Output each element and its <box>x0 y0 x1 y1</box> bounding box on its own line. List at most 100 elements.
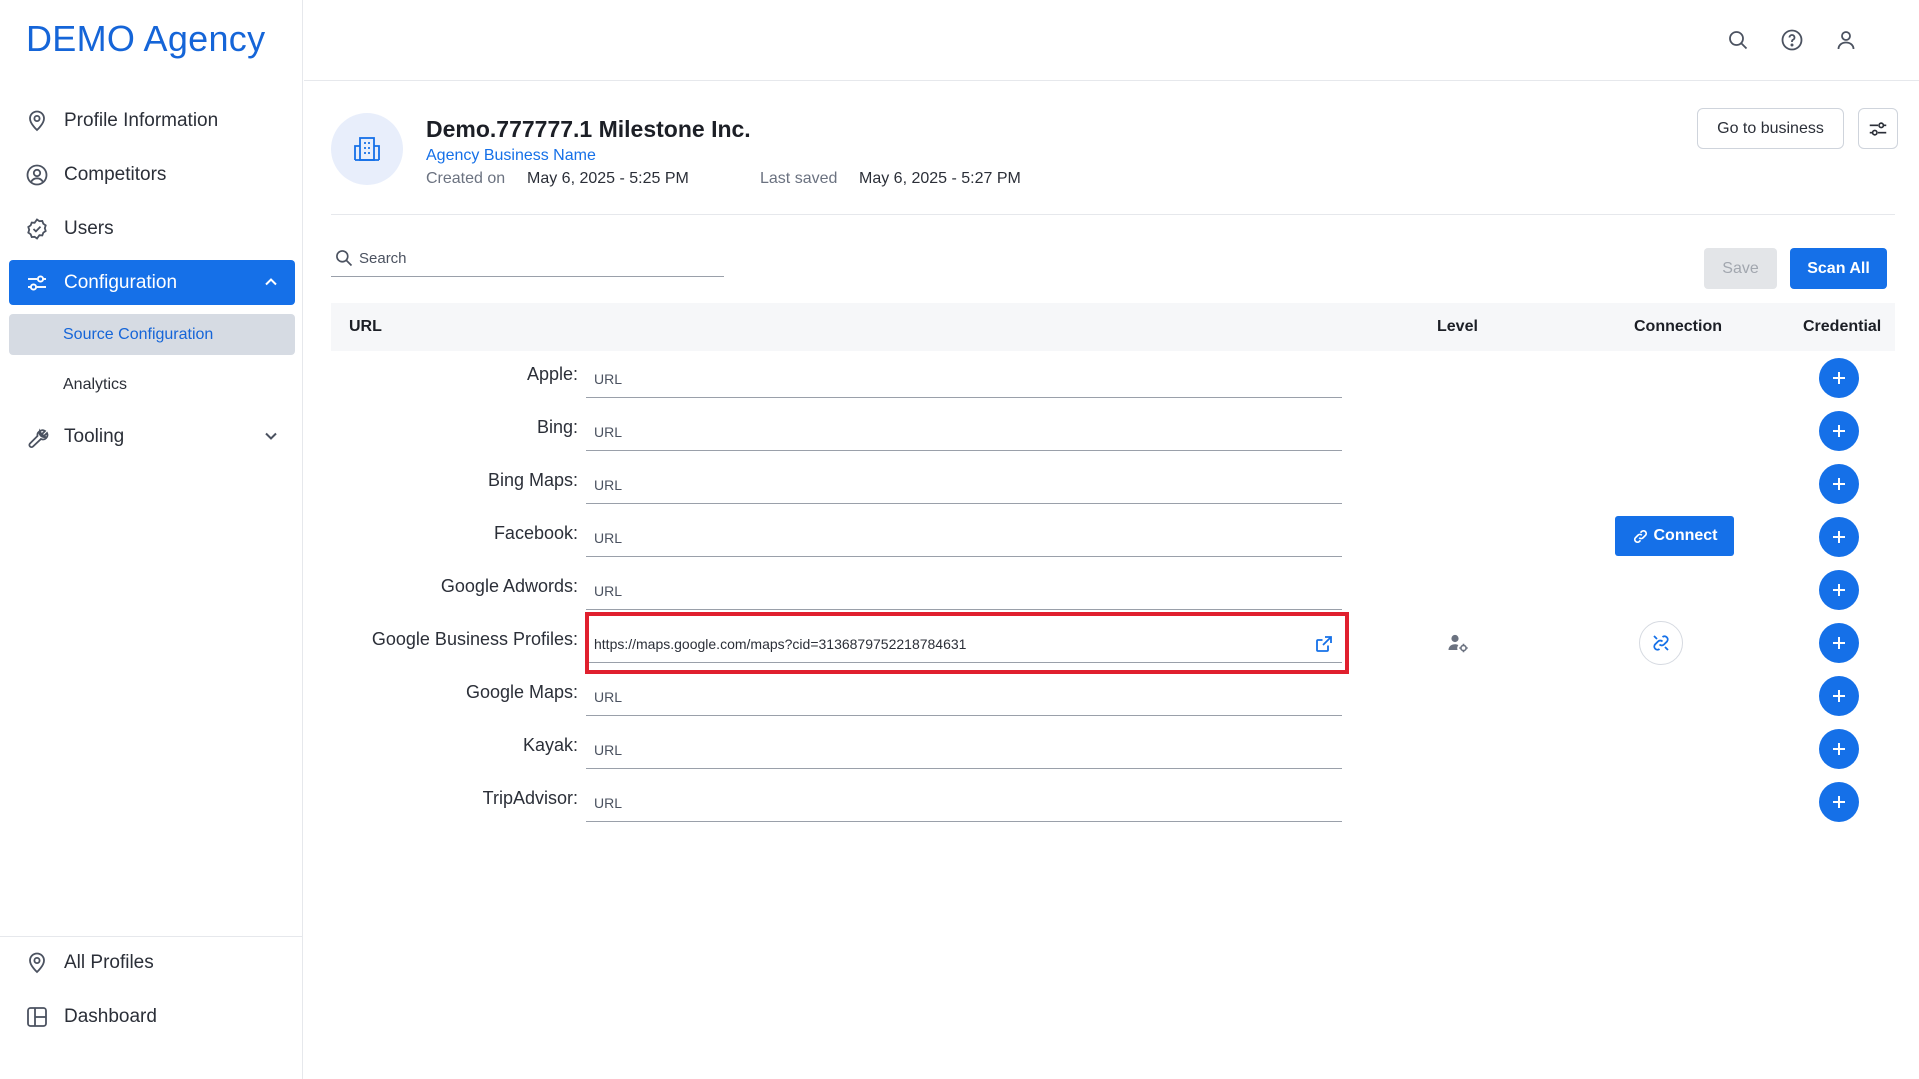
add-credential-button[interactable] <box>1819 782 1859 822</box>
sidebar-item-profile-information[interactable]: Profile Information <box>9 98 295 143</box>
dashboard-icon <box>24 1004 50 1030</box>
sidebar-item-source-configuration[interactable]: Source Configuration <box>9 314 295 355</box>
url-field[interactable] <box>586 784 1342 822</box>
user-settings-icon[interactable] <box>1447 632 1469 654</box>
settings-sliders-button[interactable] <box>1858 108 1898 149</box>
user-circle-icon <box>24 162 50 188</box>
add-credential-button[interactable] <box>1819 464 1859 504</box>
saved-date: May 6, 2025 - 5:27 PM <box>859 170 1021 187</box>
business-avatar <box>331 113 403 185</box>
plus-icon <box>1833 372 1845 384</box>
sidebar-nav: Profile Information Competitors Users Co… <box>9 98 295 468</box>
table-header: URL Level Connection Credential <box>331 303 1895 351</box>
url-input[interactable] <box>594 423 1294 440</box>
table-row-kayak: Kayak: <box>331 723 1895 776</box>
url-field[interactable] <box>586 519 1342 557</box>
help-icon[interactable] <box>1780 28 1804 52</box>
add-credential-button[interactable] <box>1819 623 1859 663</box>
url-input[interactable] <box>594 529 1294 546</box>
plus-icon <box>1833 584 1845 596</box>
row-label: Bing: <box>536 417 578 437</box>
url-input[interactable] <box>594 794 1294 811</box>
header-divider <box>331 214 1895 215</box>
search-icon[interactable] <box>1726 28 1750 52</box>
user-icon[interactable] <box>1834 28 1858 52</box>
url-input[interactable] <box>594 635 1294 652</box>
row-label: Google Adwords: <box>440 576 578 596</box>
location-pin-icon <box>24 950 50 976</box>
connect-button[interactable]: Connect <box>1615 516 1734 556</box>
plus-icon <box>1833 796 1845 808</box>
search-icon <box>336 250 353 267</box>
row-label: Apple: <box>526 364 578 384</box>
external-link-icon[interactable] <box>1314 634 1334 654</box>
table-row-apple: Apple: <box>331 352 1895 405</box>
url-field[interactable] <box>586 466 1342 504</box>
plus-icon <box>1833 478 1845 490</box>
plus-icon <box>1833 743 1845 755</box>
table-row-bing: Bing: <box>331 405 1895 458</box>
check-badge-icon <box>24 216 50 242</box>
search-input[interactable] <box>359 249 709 267</box>
search-field[interactable] <box>331 240 724 277</box>
sidebar-item-dashboard[interactable]: Dashboard <box>9 994 295 1039</box>
url-input[interactable] <box>594 476 1294 493</box>
add-credential-button[interactable] <box>1819 570 1859 610</box>
connect-label: Connect <box>1653 527 1718 544</box>
top-bar <box>304 0 1919 81</box>
add-credential-button[interactable] <box>1819 729 1859 769</box>
sidebar-bottom-nav: All Profiles Dashboard <box>9 940 295 1048</box>
row-label: Kayak: <box>522 735 578 755</box>
sidebar-item-label: Configuration <box>64 271 178 293</box>
business-subtitle[interactable]: Agency Business Name <box>426 147 596 165</box>
table-row-google-business-profiles: Google Business Profiles: <box>331 617 1895 670</box>
created-value: May 6, 2025 - 5:25 PM <box>527 170 689 188</box>
sidebar-item-label: Dashboard <box>64 1005 157 1027</box>
created-label: Created on <box>426 170 506 187</box>
scan-all-button[interactable]: Scan All <box>1790 248 1887 289</box>
link-icon <box>1633 529 1647 543</box>
created-meta: Created on <box>426 170 505 188</box>
chevron-down-icon[interactable] <box>261 426 281 446</box>
url-input[interactable] <box>594 688 1294 705</box>
unlink-icon <box>1653 635 1669 651</box>
url-field[interactable] <box>586 731 1342 769</box>
add-credential-button[interactable] <box>1819 358 1859 398</box>
add-credential-button[interactable] <box>1819 517 1859 557</box>
brand-logo[interactable]: DEMO Agency <box>26 18 265 60</box>
row-label: Google Maps: <box>465 682 578 702</box>
chevron-up-icon[interactable] <box>261 272 281 292</box>
url-field[interactable] <box>586 360 1342 398</box>
building-icon <box>354 137 380 161</box>
url-field[interactable] <box>586 413 1342 451</box>
sidebar-item-label: Tooling <box>64 425 125 447</box>
sidebar-divider <box>0 936 303 937</box>
sidebar-item-users[interactable]: Users <box>9 206 295 251</box>
url-input[interactable] <box>594 741 1294 758</box>
row-label: TripAdvisor: <box>482 788 578 808</box>
plus-icon <box>1833 690 1845 702</box>
unlink-button[interactable] <box>1639 621 1683 665</box>
url-field[interactable] <box>586 572 1342 610</box>
go-to-business-button[interactable]: Go to business <box>1697 108 1844 149</box>
add-credential-button[interactable] <box>1819 676 1859 716</box>
url-input[interactable] <box>594 370 1294 387</box>
saved-label: Last saved <box>760 170 838 187</box>
sidebar-item-competitors[interactable]: Competitors <box>9 152 295 197</box>
add-credential-button[interactable] <box>1819 411 1859 451</box>
url-field[interactable] <box>586 625 1342 663</box>
saved-value: May 6, 2025 - 5:27 PM <box>859 170 1021 188</box>
url-field[interactable] <box>586 678 1342 716</box>
row-label: Google Business Profiles: <box>371 629 578 649</box>
plus-icon <box>1833 425 1845 437</box>
sidebar-item-configuration[interactable]: Configuration <box>9 260 295 305</box>
sidebar-item-analytics[interactable]: Analytics <box>9 364 295 405</box>
created-date: May 6, 2025 - 5:25 PM <box>527 170 689 187</box>
table-row-facebook: Facebook: Connect <box>331 511 1895 564</box>
plus-icon <box>1833 637 1845 649</box>
sidebar-item-tooling[interactable]: Tooling <box>9 414 295 459</box>
table-row-bing-maps: Bing Maps: <box>331 458 1895 511</box>
url-input[interactable] <box>594 582 1294 599</box>
save-button[interactable]: Save <box>1704 248 1777 289</box>
sidebar-item-all-profiles[interactable]: All Profiles <box>9 940 295 985</box>
